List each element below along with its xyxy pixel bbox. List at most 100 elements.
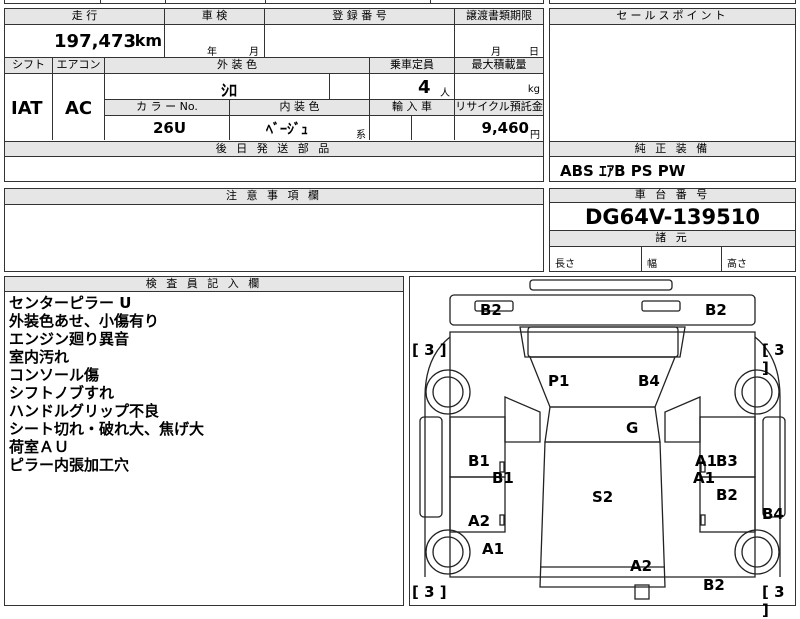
later-parts-header: 後 日 発 送 部 品 [5,142,543,157]
color-no-value: 26U [153,119,187,137]
roof-front-shape [544,406,661,443]
ac-value: AC [65,98,93,119]
left-skirt-shape [419,416,443,518]
inspector-note: エンジン廻り異音 [9,330,130,348]
inspector-note: 外装色あせ、小傷有り [9,312,160,330]
interior-suffix: 系 [356,130,366,141]
recycle-value: 9,460 [481,119,529,137]
top-strip-divider [430,0,431,4]
damage-mark: B1 [468,452,490,470]
mileage-block: 走 行 車 検 登 録 番 号 譲渡書類期限 197,473 km 年 月 月 … [4,8,544,58]
damage-mark: A1 [693,469,716,487]
inspector-note: 室内汚れ [9,348,70,366]
damage-mark: B2 [703,576,725,594]
equipment-value: ABS ｴｱB PS PW [560,162,686,180]
max-load-header: 最大積載量 [455,58,543,74]
width-label: 幅 [647,259,657,270]
bracket-top-right: [ 3 ] [762,341,785,377]
mileage-header: 走 行 [5,9,165,25]
door-handle [499,514,505,526]
damage-mark: A2 [630,557,653,575]
vehicle-diagram-block: [ 3 ] [ 3 ] [ 3 ] [ 3 ] B2 B2 P1 B4 G B1… [409,276,796,619]
chassis-header: 車 台 番 号 [550,189,795,203]
max-load-unit: kg [527,84,540,95]
inspector-note: シフトノブすれ [9,384,115,402]
inspector-notes: センターピラー U 外装色あせ、小傷有り エンジン廻り異音 室内汚れ コンソール… [9,294,204,474]
width-cell: 幅 [642,247,722,271]
ac-cell: AC [53,74,105,140]
damage-mark: A1 [482,540,505,558]
headlamp-right-shape [641,300,681,312]
max-load-cell: kg [455,74,543,100]
front-bumper-shape [529,279,673,291]
length-cell: 長さ [550,247,642,271]
transfer-header: 譲渡書類期限 [455,9,543,25]
shift-value: IAT [11,98,43,119]
sales-point-header: セールスポイント [550,9,795,25]
damage-mark: B2 [716,486,738,504]
recycle-cell: 9,460 円 [455,116,543,141]
damage-mark: B4 [762,505,784,523]
damage-mark: A1 [695,452,718,470]
damage-mark: B2 [705,301,727,319]
recycle-header: リサイクル預託金 [455,100,543,116]
interior-cell: ﾍﾞｰｼﾞｭ 系 [230,116,370,141]
top-strip-right [549,0,796,4]
bracket-bottom-left: [ 3 ] [412,583,447,601]
spec-block: シフト エアコン 外 装 色 乗車定員 最大積載量 IAT AC ｼﾛ 4 人 … [4,58,544,142]
damage-mark: B2 [480,301,502,319]
import-cell-a [370,116,412,140]
inspector-note: 荷室ＡＵ [9,438,70,456]
damage-mark: B4 [638,372,660,390]
import-header: 輸 入 車 [370,100,455,116]
damage-mark: G [626,419,639,437]
color-no-header: カ ラ ー No. [105,100,230,116]
bracket-top-left: [ 3 ] [412,341,447,359]
inspection-month: 月 [249,47,259,58]
damage-mark: B3 [716,452,738,470]
equipment-block: 純 正 装 備 ABS ｴｱB PS PW [549,142,796,182]
length-label: 長さ [555,259,575,270]
left-window-front [504,396,541,443]
exterior-blank-cell [330,74,370,100]
top-strip-divider [165,0,166,4]
caution-header: 注 意 事 項 欄 [5,189,543,205]
capacity-cell: 4 人 [370,74,455,100]
vehicle-diagram [419,279,786,600]
top-strip-divider [100,0,101,4]
door-handle [700,514,706,526]
right-skirt-shape [762,416,786,518]
registration-header: 登 録 番 号 [265,9,455,25]
damage-mark: A2 [468,512,491,530]
wheel-front-left-inner [432,376,464,408]
chassis-block: 車 台 番 号 DG64V-139510 諸 元 長さ 幅 高さ [549,188,796,272]
chassis-value: DG64V-139510 [550,203,795,231]
equipment-header: 純 正 装 備 [550,142,795,157]
bracket-bottom-right: [ 3 ] [762,583,785,619]
import-cell-b [412,116,455,140]
capacity-value: 4 [418,77,431,98]
wheel-rear-left-inner [432,536,464,568]
inspector-block: 検 査 員 記 入 欄 センターピラー U 外装色あせ、小傷有り エンジン廻り異… [4,276,404,606]
inspection-cell: 年 月 [165,25,265,58]
damage-mark: S2 [592,488,614,506]
interior-header: 内 装 色 [230,100,370,116]
registration-cell [265,25,455,57]
damage-mark: B1 [492,469,514,487]
inspector-note: シート切れ・破れ大、焦げ大 [9,420,205,438]
transfer-day: 日 [529,47,539,58]
recycle-unit: 円 [530,130,540,141]
sales-point-block: セールスポイント [549,8,796,142]
interior-value: ﾍﾞｰｼﾞｭ [266,122,308,138]
inspector-note: ピラー内張加工穴 [9,456,130,474]
right-window-front [664,396,701,443]
transfer-month: 月 [491,47,501,58]
inspection-year: 年 [207,47,217,58]
mileage-unit: km [134,31,162,50]
inspection-header: 車 検 [165,9,265,25]
top-strip [4,0,544,4]
exterior-cell: ｼﾛ [105,74,330,100]
transfer-cell: 月 日 [455,25,543,58]
shift-cell: IAT [5,74,53,140]
inspector-header: 検 査 員 記 入 欄 [5,277,403,292]
